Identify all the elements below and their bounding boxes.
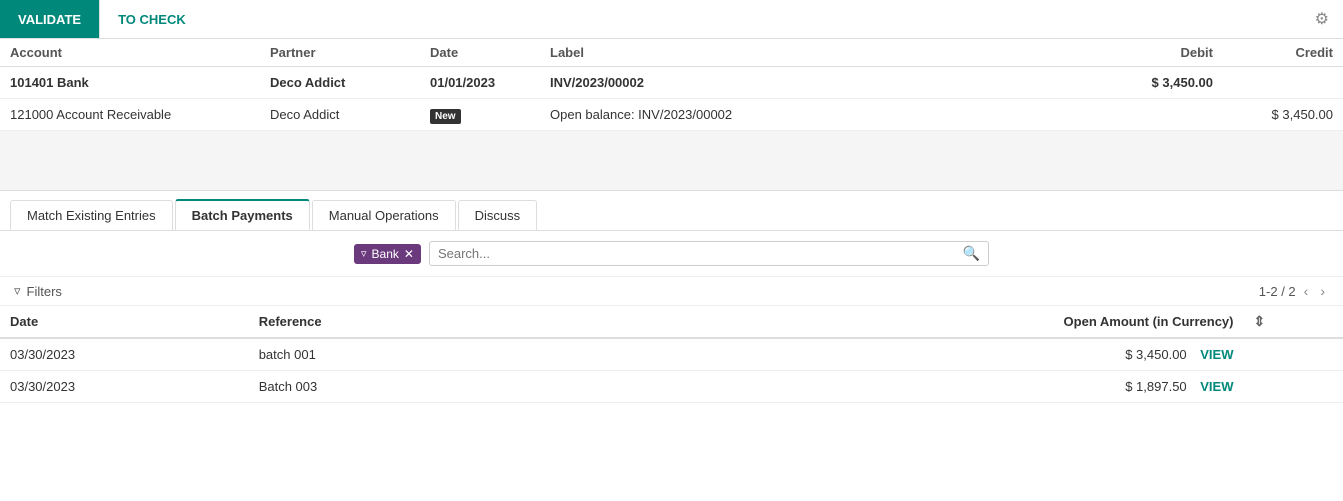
to-check-button[interactable]: TO CHECK: [99, 0, 204, 38]
batch-action-cell: [1244, 338, 1343, 371]
pagination-text: 1-2 / 2: [1259, 284, 1296, 299]
validate-button[interactable]: VALIDATE: [0, 0, 99, 38]
batch-action-cell: [1244, 371, 1343, 403]
gray-separator: [0, 131, 1343, 191]
entry-credit: [1223, 67, 1343, 99]
filter-funnel-icon: ▿: [14, 283, 21, 299]
entry-account: 101401 Bank: [0, 67, 260, 99]
tab-discuss[interactable]: Discuss: [458, 200, 538, 230]
batch-table-row: 03/30/2023 batch 001 $ 3,450.00 VIEW: [0, 338, 1343, 371]
filter-tag-bank: ▿ Bank ✕: [354, 244, 421, 264]
pagination-area: 1-2 / 2 ‹ ›: [1259, 281, 1329, 301]
batch-amount: $ 3,450.00 VIEW: [870, 338, 1243, 371]
tabs-bar: Match Existing EntriesBatch PaymentsManu…: [0, 191, 1343, 231]
entry-partner: Deco Addict: [260, 99, 420, 131]
col-debit: Debit: [1083, 39, 1223, 67]
search-input-wrap: 🔍: [429, 241, 989, 266]
badge-new: New: [430, 109, 461, 124]
gear-icon[interactable]: ⚙: [1301, 1, 1343, 37]
col-partner: Partner: [260, 39, 420, 67]
batch-col-action: ⇕: [1244, 306, 1343, 338]
date-value: 01/01/2023: [430, 75, 495, 90]
batch-reference: batch 001: [249, 338, 871, 371]
search-input[interactable]: [438, 246, 957, 261]
col-credit: Credit: [1223, 39, 1343, 67]
entry-debit: [1083, 99, 1223, 131]
entry-credit: $ 3,450.00: [1223, 99, 1343, 131]
entry-table-row: 101401 Bank Deco Addict 01/01/2023 INV/2…: [0, 67, 1343, 99]
col-label: Label: [540, 39, 1083, 67]
col-account: Account: [0, 39, 260, 67]
entry-debit: $ 3,450.00: [1083, 67, 1223, 99]
entry-partner: Deco Addict: [260, 67, 420, 99]
batch-table-row: 03/30/2023 Batch 003 $ 1,897.50 VIEW: [0, 371, 1343, 403]
col-date: Date: [420, 39, 540, 67]
next-page-button[interactable]: ›: [1316, 281, 1329, 301]
tab-match-existing-entries[interactable]: Match Existing Entries: [10, 200, 173, 230]
entry-date: New: [420, 99, 540, 131]
entry-account: 121000 Account Receivable: [0, 99, 260, 131]
entry-table: Account Partner Date Label Debit Credit …: [0, 39, 1343, 131]
tab-manual-operations[interactable]: Manual Operations: [312, 200, 456, 230]
filters-button[interactable]: ▿ Filters: [14, 283, 62, 299]
view-link[interactable]: VIEW: [1200, 347, 1233, 362]
tab-batch-payments[interactable]: Batch Payments: [175, 199, 310, 230]
search-area: ▿ Bank ✕ 🔍: [0, 231, 1343, 277]
batch-col-date: Date: [0, 306, 249, 338]
columns-icon[interactable]: ⇕: [1254, 313, 1266, 329]
filter-remove-button[interactable]: ✕: [404, 247, 414, 261]
batch-reference: Batch 003: [249, 371, 871, 403]
top-toolbar: VALIDATE TO CHECK ⚙: [0, 0, 1343, 39]
batch-col-reference: Reference: [249, 306, 871, 338]
batch-date: 03/30/2023: [0, 371, 249, 403]
filters-label: Filters: [27, 284, 62, 299]
entry-label: INV/2023/00002: [540, 67, 1083, 99]
entry-label: Open balance: INV/2023/00002: [540, 99, 1083, 131]
filter-tag-label: Bank: [372, 247, 399, 261]
entry-table-row: 121000 Account Receivable Deco Addict Ne…: [0, 99, 1343, 131]
batch-date: 03/30/2023: [0, 338, 249, 371]
batch-col-amount: Open Amount (in Currency): [870, 306, 1243, 338]
entry-date: 01/01/2023: [420, 67, 540, 99]
filter-icon: ▿: [361, 247, 367, 260]
view-link[interactable]: VIEW: [1200, 379, 1233, 394]
search-icon[interactable]: 🔍: [963, 245, 980, 262]
filters-row: ▿ Filters 1-2 / 2 ‹ ›: [0, 277, 1343, 306]
batch-table: Date Reference Open Amount (in Currency)…: [0, 306, 1343, 403]
batch-amount: $ 1,897.50 VIEW: [870, 371, 1243, 403]
prev-page-button[interactable]: ‹: [1300, 281, 1313, 301]
